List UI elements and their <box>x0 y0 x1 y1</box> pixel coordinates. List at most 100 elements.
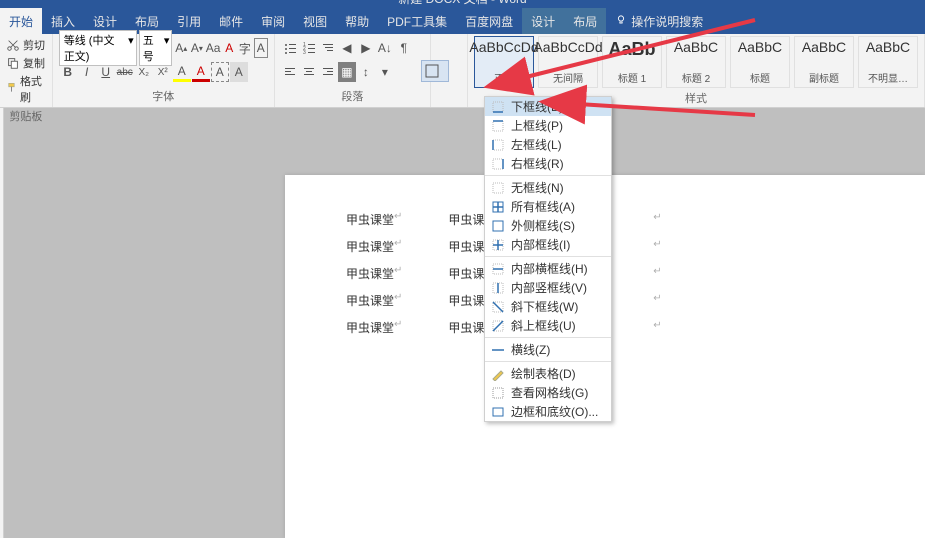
shading-split[interactable]: ▾ <box>376 62 394 82</box>
border-menu-outside[interactable]: 外侧框线(S) <box>485 216 611 235</box>
border-none-icon <box>491 181 505 195</box>
style-preview-1[interactable]: AaBbCcDd无间隔 <box>538 36 598 88</box>
tab-tabletools-design[interactable]: 设计 <box>522 8 564 34</box>
row-end-mark: ↵ <box>649 288 701 313</box>
tell-me-search[interactable]: 操作说明搜索 <box>606 8 712 34</box>
tab-pdf[interactable]: PDF工具集 <box>378 8 456 34</box>
sort-button[interactable]: A↓ <box>376 38 394 58</box>
style-preview-2[interactable]: AaBb 标题 1 <box>602 36 662 88</box>
border-menu-left[interactable]: 左框线(L) <box>485 135 611 154</box>
font-color-button[interactable]: A <box>192 62 210 82</box>
menu-item-label: 边框和底纹(O)... <box>511 403 598 420</box>
border-menu-top[interactable]: 上框线(P) <box>485 116 611 135</box>
title-bar: 新建 DOCX 文档 - Word <box>0 0 925 8</box>
copy-button[interactable]: 复制 <box>6 54 46 72</box>
border-inside-icon <box>491 238 505 252</box>
border-insidev-icon <box>491 281 505 295</box>
border-menu-all[interactable]: 所有框线(A) <box>485 197 611 216</box>
menu-item-label: 左框线(L) <box>511 136 562 153</box>
clear-formatting-button[interactable]: A <box>222 38 236 58</box>
menu-item-label: 无框线(N) <box>511 179 564 196</box>
menu-separator <box>485 256 611 257</box>
style-sample: AaBbCcDd <box>533 39 602 55</box>
table-cell[interactable]: 甲虫课堂↵ <box>342 207 442 232</box>
border-menu-inside[interactable]: 内部框线(I) <box>485 235 611 254</box>
table-cell[interactable]: 甲虫课堂↵ <box>342 234 442 259</box>
tab-baidu[interactable]: 百度网盘 <box>456 8 522 34</box>
group-paragraph: 123 ◀ ▶ A↓ ¶ ▦ ↕ ▾ 段落 <box>275 34 431 107</box>
row-end-mark: ↵ <box>649 315 701 340</box>
borders-button[interactable] <box>421 60 449 82</box>
char-border-button[interactable]: A <box>211 62 229 82</box>
style-preview-4[interactable]: AaBbC标题 <box>730 36 790 88</box>
border-menu-diagup[interactable]: 斜上框线(U) <box>485 316 611 335</box>
style-preview-0[interactable]: AaBbCcDd正文 <box>474 36 534 88</box>
menu-separator <box>485 337 611 338</box>
menu-item-label: 上框线(P) <box>511 117 563 134</box>
tab-references[interactable]: 引用 <box>168 8 210 34</box>
border-menu-grid[interactable]: 查看网格线(G) <box>485 383 611 402</box>
table-cell[interactable]: 甲虫课堂↵ <box>342 315 442 340</box>
tab-mailings[interactable]: 邮件 <box>210 8 252 34</box>
cut-button[interactable]: 剪切 <box>6 36 46 54</box>
border-menu-right[interactable]: 右框线(R) <box>485 154 611 173</box>
style-sample: AaBb <box>608 39 655 60</box>
line-spacing-button[interactable]: ↕ <box>357 62 375 82</box>
style-name: 标题 1 <box>618 70 646 85</box>
show-marks-button[interactable]: ¶ <box>395 38 413 58</box>
tab-home[interactable]: 开始 <box>0 8 42 34</box>
borders-dropdown-menu: 下框线(B)上框线(P) 左框线(L) 右框线(R) 无框线(N)所有框线(A)外侧框… <box>484 96 612 422</box>
border-all-icon <box>491 200 505 214</box>
align-right-button[interactable] <box>319 62 337 82</box>
change-case-button[interactable]: Aa <box>206 38 221 58</box>
style-sample: AaBbC <box>674 39 718 55</box>
style-name: 无间隔 <box>553 70 583 85</box>
grow-font-button[interactable]: A▴ <box>174 38 188 58</box>
border-menu-insidev[interactable]: 内部竖框线(V) <box>485 278 611 297</box>
align-left-button[interactable] <box>281 62 299 82</box>
indent-decrease-button[interactable]: ◀ <box>338 38 356 58</box>
border-top-icon <box>491 119 505 133</box>
tab-help[interactable]: 帮助 <box>336 8 378 34</box>
ribbon: 剪切 复制 格式刷 剪贴板 等线 (中文正文) ▾ <box>0 34 925 108</box>
border-draw-icon <box>491 367 505 381</box>
tab-tabletools-layout[interactable]: 布局 <box>564 8 606 34</box>
shrink-font-button[interactable]: A▾ <box>190 38 204 58</box>
border-menu-none[interactable]: 无框线(N) <box>485 178 611 197</box>
menu-separator <box>485 361 611 362</box>
font-size-select[interactable]: 五号 ▾ <box>139 30 173 66</box>
border-menu-insideh[interactable]: 内部横框线(H) <box>485 259 611 278</box>
style-sample: AaBbC <box>866 39 910 55</box>
highlight-button[interactable]: A <box>173 62 191 82</box>
multilevel-button[interactable] <box>319 38 337 58</box>
numbering-button[interactable]: 123 <box>300 38 318 58</box>
table-cell[interactable]: 甲虫课堂↵ <box>342 261 442 286</box>
border-menu-dialog[interactable]: 边框和底纹(O)... <box>485 402 611 421</box>
font-family-select[interactable]: 等线 (中文正文) ▾ <box>59 30 137 66</box>
shading-button[interactable]: ▦ <box>338 62 356 82</box>
tell-me-label: 操作说明搜索 <box>631 13 703 30</box>
enclose-char-button[interactable]: A <box>254 38 268 58</box>
menu-item-label: 右框线(R) <box>511 155 564 172</box>
align-center-button[interactable] <box>300 62 318 82</box>
border-menu-diagdown[interactable]: 斜下框线(W) <box>485 297 611 316</box>
style-preview-5[interactable]: AaBbC副标题 <box>794 36 854 88</box>
format-painter-button[interactable]: 格式刷 <box>6 72 46 106</box>
tab-review[interactable]: 审阅 <box>252 8 294 34</box>
border-menu-draw[interactable]: 绘制表格(D) <box>485 364 611 383</box>
copy-icon <box>6 56 20 70</box>
char-shading-button[interactable]: A <box>230 62 248 82</box>
row-end-mark: ↵ <box>649 261 701 286</box>
tab-view[interactable]: 视图 <box>294 8 336 34</box>
table-cell[interactable]: 甲虫课堂↵ <box>342 288 442 313</box>
border-menu-bottom[interactable]: 下框线(B) <box>485 97 611 116</box>
indent-increase-button[interactable]: ▶ <box>357 38 375 58</box>
chevron-down-icon: ▾ <box>164 34 170 47</box>
phonetic-guide-button[interactable]: 字 <box>238 38 252 58</box>
border-hline-icon <box>491 343 505 357</box>
border-menu-hline[interactable]: 横线(Z) <box>485 340 611 359</box>
style-preview-6[interactable]: AaBbC不明显… <box>858 36 918 88</box>
border-diagup-icon <box>491 319 505 333</box>
bullets-button[interactable] <box>281 38 299 58</box>
style-preview-3[interactable]: AaBbC标题 2 <box>666 36 726 88</box>
